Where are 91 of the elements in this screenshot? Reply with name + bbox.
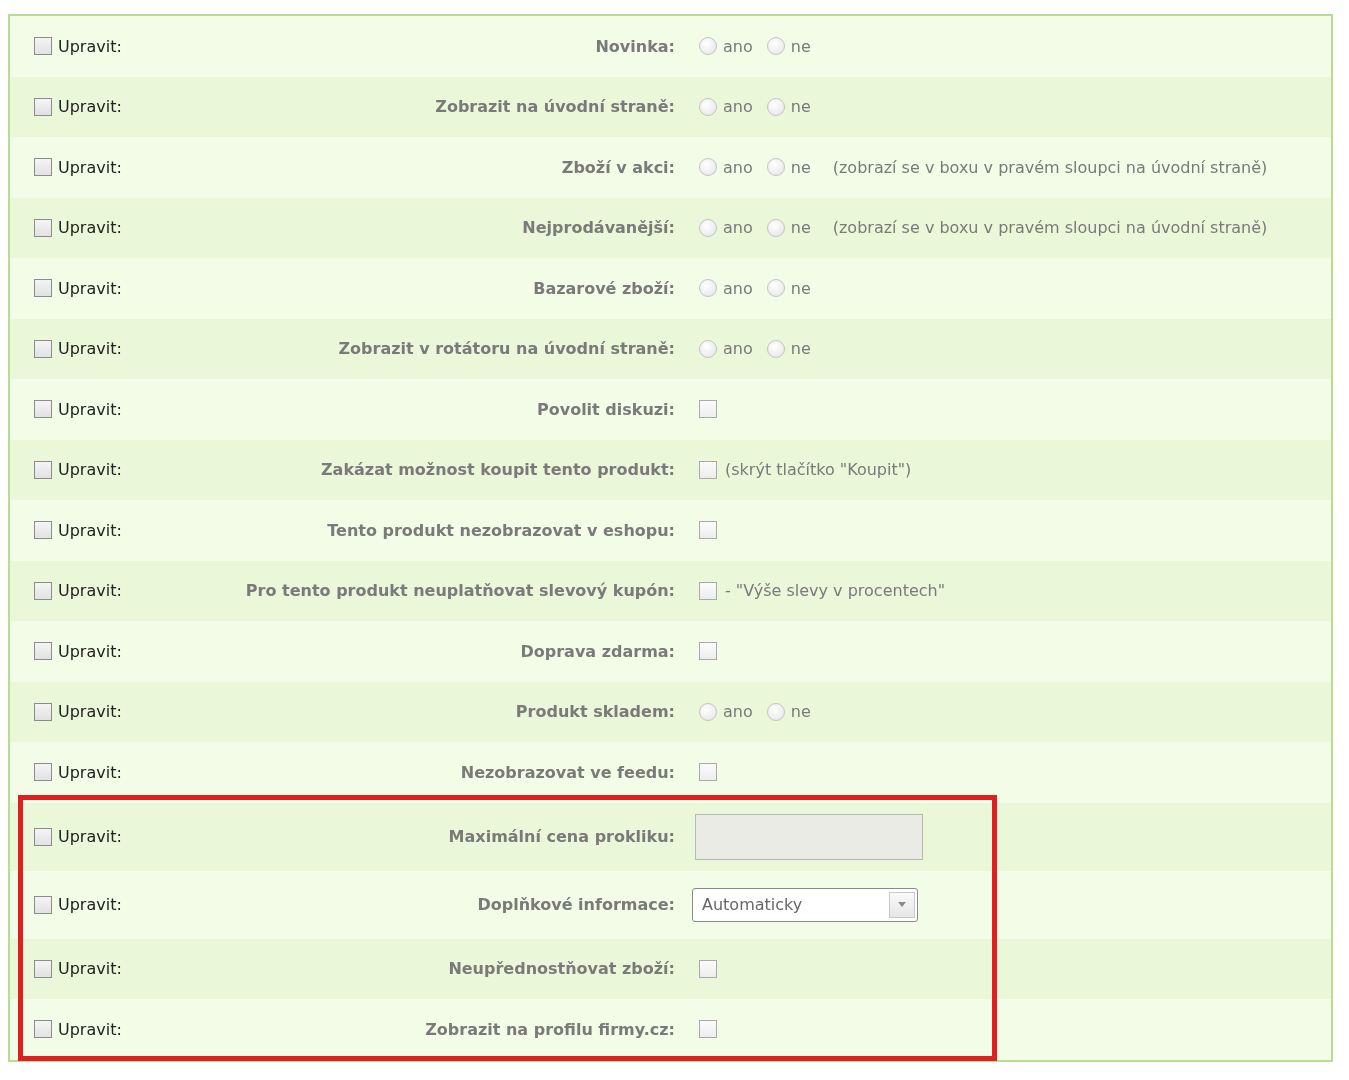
option-label: ano (723, 278, 753, 298)
field-label: Pro tento produkt neuplatňovat slevový kupón: (244, 581, 675, 601)
radio-button[interactable] (699, 702, 717, 721)
radio-button[interactable] (699, 218, 717, 237)
note-text: (zobrazí se v boxu v pravém sloupci na úvodní straně) (832, 218, 1268, 238)
checkbox[interactable] (699, 959, 717, 978)
edit-checkbox[interactable] (34, 581, 52, 600)
field-label: Tento produkt nezobrazovat v eshopu: (326, 520, 675, 540)
field-label: Produkt skladem: (514, 702, 675, 722)
field-label: Maximální cena prokliku: (447, 827, 675, 846)
option-label: ne (790, 218, 811, 238)
checkbox[interactable] (699, 581, 717, 600)
field-label: Novinka: (594, 36, 675, 56)
edit-checkbox[interactable] (34, 460, 52, 479)
field-label: Zobrazit na úvodní straně: (434, 97, 675, 117)
radio-button[interactable] (766, 218, 785, 237)
edit-label: Upravit: (58, 278, 122, 298)
edit-label: Upravit: (58, 97, 122, 117)
radio-button[interactable] (766, 97, 785, 116)
option-label: ano (723, 36, 753, 56)
checkbox[interactable] (699, 460, 717, 479)
edit-checkbox[interactable] (34, 218, 52, 237)
radio-button[interactable] (699, 37, 717, 56)
edit-checkbox[interactable] (34, 702, 52, 721)
note-text: (zobrazí se v boxu v pravém sloupci na úvodní straně) (832, 157, 1268, 177)
edit-checkbox[interactable] (34, 642, 52, 661)
edit-label: Upravit: (58, 702, 122, 722)
edit-checkbox[interactable] (34, 97, 52, 116)
edit-checkbox[interactable] (34, 339, 52, 358)
edit-label: Upravit: (58, 895, 122, 914)
radio-button[interactable] (699, 339, 717, 358)
option-label: ne (790, 97, 811, 117)
edit-checkbox[interactable] (34, 521, 52, 540)
edit-label: Upravit: (58, 520, 122, 540)
edit-label: Upravit: (58, 641, 122, 661)
radio-button[interactable] (766, 158, 785, 177)
field-label: Zobrazit na profilu firmy.cz: (424, 1019, 675, 1039)
radio-button[interactable] (766, 37, 785, 56)
checkbox[interactable] (699, 1020, 717, 1039)
option-label: ne (790, 702, 811, 722)
note-text: - "Výše slevy v procentech" (725, 581, 946, 601)
field-label: Povolit diskuzi: (536, 399, 675, 419)
edit-checkbox[interactable] (34, 400, 52, 419)
field-label: Nejprodávanější: (521, 218, 675, 238)
option-label: ne (790, 157, 811, 177)
field-label: Doplňkové informace: (476, 895, 675, 914)
edit-label: Upravit: (58, 827, 122, 846)
edit-label: Upravit: (58, 157, 122, 177)
edit-label: Upravit: (58, 339, 122, 359)
edit-label: Upravit: (58, 36, 122, 56)
edit-checkbox[interactable] (34, 37, 52, 56)
radio-button[interactable] (699, 97, 717, 116)
option-label: ano (723, 218, 753, 238)
checkbox[interactable] (699, 521, 717, 540)
option-label: ano (723, 339, 753, 359)
edit-label: Upravit: (58, 1019, 122, 1039)
edit-checkbox[interactable] (34, 763, 52, 782)
edit-label: Upravit: (58, 399, 122, 419)
radio-button[interactable] (766, 702, 785, 721)
edit-label: Upravit: (58, 460, 122, 480)
option-label: ano (723, 157, 753, 177)
option-label: ne (790, 339, 811, 359)
note-text: (skrýt tlačítko "Koupit") (725, 460, 912, 480)
radio-button[interactable] (766, 339, 785, 358)
field-label: Nezobrazovat ve feedu: (459, 762, 675, 782)
option-label: ano (723, 702, 753, 722)
field-label: Zobrazit v rotátoru na úvodní straně: (337, 339, 675, 359)
edit-label: Upravit: (58, 762, 122, 782)
option-label: ne (790, 36, 811, 56)
checkbox[interactable] (699, 763, 717, 782)
edit-label: Upravit: (58, 218, 122, 238)
checkbox[interactable] (699, 642, 717, 661)
field-label: Zakázat možnost koupit tento produkt: (320, 460, 675, 480)
edit-checkbox[interactable] (34, 158, 52, 177)
field-label: Zboží v akci: (560, 157, 675, 177)
dropdown-field[interactable]: Automaticky (692, 887, 918, 922)
edit-label: Upravit: (58, 959, 122, 979)
edit-checkbox[interactable] (34, 279, 52, 298)
option-label: ano (723, 97, 753, 117)
field-label: Neupřednostňovat zboží: (447, 959, 675, 979)
checkbox[interactable] (699, 400, 717, 419)
radio-button[interactable] (699, 158, 717, 177)
edit-checkbox[interactable] (34, 895, 52, 914)
field-label: Bazarové zboží: (532, 278, 675, 298)
option-label: ne (790, 278, 811, 298)
edit-checkbox[interactable] (34, 1020, 52, 1039)
edit-label: Upravit: (58, 581, 122, 601)
radio-button[interactable] (766, 279, 785, 298)
field-label: Doprava zdarma: (519, 641, 675, 661)
edit-checkbox[interactable] (34, 959, 52, 978)
radio-button[interactable] (699, 279, 717, 298)
